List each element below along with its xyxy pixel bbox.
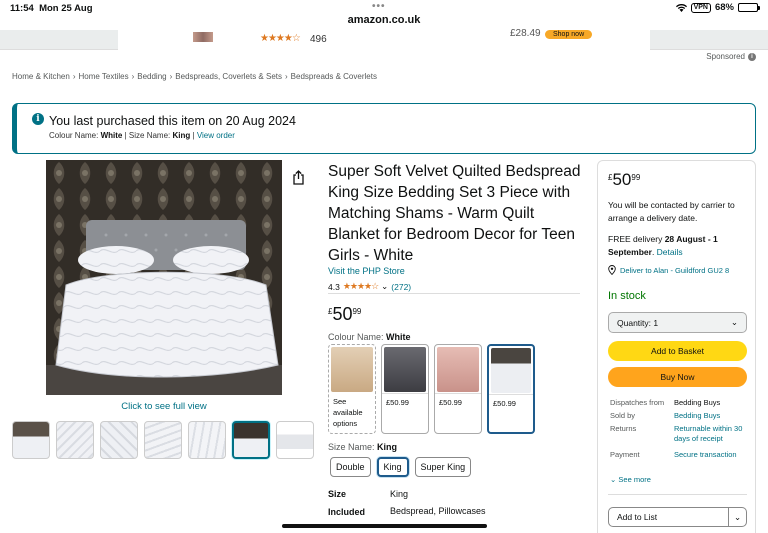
- detail-row: Returns Returnable within 30 days of rece…: [610, 424, 743, 443]
- info-icon[interactable]: i: [748, 52, 756, 61]
- view-order-link[interactable]: View order: [197, 131, 235, 140]
- thumbnail[interactable]: [100, 421, 138, 459]
- notice-title: You last purchased this item on 20 Aug 2…: [49, 114, 296, 128]
- see-more-link[interactable]: ⌄ See more: [610, 475, 651, 484]
- breadcrumb-item[interactable]: Home & Kitchen: [12, 72, 70, 81]
- colour-option[interactable]: £50.99: [434, 344, 482, 434]
- ad-product-image[interactable]: [193, 32, 213, 42]
- rating-count[interactable]: (272): [391, 282, 411, 292]
- divider: [608, 494, 747, 495]
- star-rating-icon: ★★★★☆: [342, 281, 379, 291]
- ad-stars-icon: ★★★★☆: [260, 33, 301, 44]
- wifi-icon: [675, 3, 687, 12]
- buy-now-button[interactable]: Buy Now: [608, 367, 747, 387]
- quantity-select[interactable]: Quantity: 1 ⌄: [608, 312, 747, 333]
- buy-box: £50 99 You will be contacted by carrier t…: [597, 160, 756, 533]
- delivery-details-link[interactable]: Details: [657, 247, 683, 257]
- chevron-down-icon[interactable]: ⌄: [728, 508, 746, 526]
- chevron-right-icon: ›: [285, 72, 288, 81]
- status-bar: 11:54 Mon 25 Aug ••• VPN 68%: [0, 0, 768, 14]
- ad-price: £28.49: [510, 28, 541, 39]
- info-icon: i: [32, 113, 44, 125]
- rating-value: 4.3: [328, 281, 340, 292]
- add-to-list-button[interactable]: Add to List ⌄: [608, 507, 747, 527]
- size-options: Double King Super King: [330, 457, 472, 477]
- stock-status: In stock: [608, 290, 646, 302]
- main-product-image[interactable]: [46, 160, 282, 395]
- thumbnail[interactable]: [276, 421, 314, 459]
- ad-review-count: 496: [310, 34, 327, 45]
- colour-option-selected[interactable]: £50.99: [487, 344, 535, 434]
- carrier-contact-note: You will be contacted by carrier to arra…: [608, 200, 735, 223]
- battery-percent: 68%: [714, 2, 734, 13]
- sponsored-label: Sponsored i: [706, 52, 756, 61]
- seller-details: Dispatches from Bedding Buys Sold by Beddi…: [610, 398, 752, 463]
- divider: [328, 293, 580, 294]
- thumbnail[interactable]: [144, 421, 182, 459]
- colour-option[interactable]: See available options: [328, 344, 376, 434]
- thumbnail[interactable]: [188, 421, 226, 459]
- detail-row: Sold by Bedding Buys: [610, 411, 721, 420]
- size-option-king[interactable]: King: [376, 457, 409, 477]
- last-purchased-notice: i You last purchased this item on 20 Aug…: [12, 103, 756, 154]
- battery-icon: [738, 3, 760, 12]
- notice-details: Colour Name: White | Size Name: King | V…: [49, 131, 235, 140]
- add-to-basket-button[interactable]: Add to Basket: [608, 341, 747, 361]
- delivery-info: FREE delivery 28 August - 1 September. D…: [608, 234, 718, 257]
- chevron-right-icon: ›: [72, 72, 76, 81]
- thumbnail-strip: [12, 421, 314, 459]
- product-price: £50 99: [328, 304, 362, 324]
- chevron-right-icon: ›: [169, 72, 173, 81]
- size-option-super-king[interactable]: Super King: [414, 457, 472, 477]
- chevron-down-icon: ⌄: [730, 317, 738, 327]
- status-time: 11:54 Mon 25 Aug: [10, 3, 93, 14]
- status-right: VPN 68%: [675, 2, 760, 13]
- colour-swatches: See available options £50.99 £50.99 £50.…: [328, 344, 535, 434]
- tab-dots[interactable]: •••: [372, 1, 386, 12]
- store-link[interactable]: Visit the PHP Store: [328, 266, 405, 276]
- sponsored-ad-strip[interactable]: ★★★★☆ 496 £28.49 Shop now: [0, 28, 768, 50]
- thumbnail-selected[interactable]: [232, 421, 270, 459]
- breadcrumb-item[interactable]: Home Textiles: [78, 72, 128, 81]
- share-icon[interactable]: [292, 170, 305, 185]
- product-title: Super Soft Velvet Quilted Bedspread King…: [328, 163, 581, 264]
- detail-row: Dispatches from Bedding Buys: [610, 398, 721, 407]
- colour-name-label: Colour Name: White: [328, 332, 411, 342]
- breadcrumb-item[interactable]: Bedspreads & Coverlets: [291, 72, 377, 81]
- colour-option[interactable]: £50.99: [381, 344, 429, 434]
- breadcrumb-item[interactable]: Bedding: [137, 72, 166, 81]
- thumbnail[interactable]: [12, 421, 50, 459]
- thumbnail[interactable]: [56, 421, 94, 459]
- chevron-down-icon[interactable]: ⌄: [381, 281, 388, 292]
- size-option-double[interactable]: Double: [330, 457, 371, 477]
- breadcrumb: Home & Kitchen › Home Textiles › Bedding › …: [12, 72, 377, 81]
- ad-shop-now-button[interactable]: Shop now: [545, 30, 593, 39]
- spec-row: Included components Bedspread, Pillowcas…: [328, 506, 486, 517]
- home-indicator[interactable]: [282, 524, 487, 528]
- click-full-view-link[interactable]: Click to see full view: [46, 401, 282, 412]
- size-name-label: Size Name: King: [328, 442, 398, 452]
- vpn-badge: VPN: [690, 2, 711, 13]
- chevron-down-icon: ⌄: [610, 475, 617, 484]
- detail-row: Payment Secure transaction: [610, 450, 737, 459]
- buybox-price: £50 99: [608, 170, 641, 189]
- breadcrumb-item[interactable]: Bedspreads, Coverlets & Sets: [175, 72, 282, 81]
- chevron-right-icon: ›: [131, 72, 135, 81]
- location-pin-icon: [608, 265, 616, 275]
- product-rating[interactable]: 4.3 ★★★★☆ ⌄ (272): [328, 281, 411, 292]
- deliver-to-location[interactable]: Deliver to Alan - Guildford GU2 8: [608, 265, 729, 275]
